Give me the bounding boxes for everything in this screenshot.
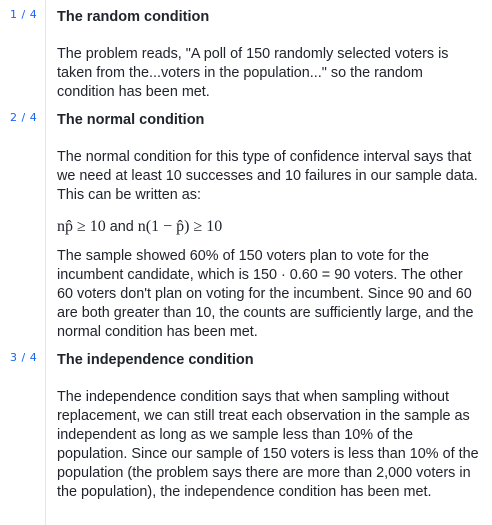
step-body: The independence condition The independe… bbox=[46, 343, 492, 525]
math-inequalities: np̂ ≥ 10 and n(1 − p̂) ≥ 10 bbox=[57, 215, 482, 239]
step-title: The random condition bbox=[57, 9, 210, 25]
step-rail bbox=[45, 0, 46, 103]
step-1: 1 / 4 The random condition The problem r… bbox=[0, 0, 492, 103]
step-3: 3 / 4 The independence condition The ind… bbox=[0, 343, 492, 525]
step-paragraph: The sample showed 60% of 150 voters plan… bbox=[57, 248, 474, 340]
step-intro: The normal condition for this type of co… bbox=[57, 149, 478, 203]
step-counter-column: 1 / 4 bbox=[0, 0, 46, 103]
step-2: 2 / 4 The normal condition The normal co… bbox=[0, 103, 492, 343]
step-rail bbox=[45, 103, 46, 343]
step-counter: 3 / 4 bbox=[10, 351, 38, 364]
step-body: The normal condition The normal conditio… bbox=[46, 103, 492, 343]
step-counter: 2 / 4 bbox=[10, 111, 38, 124]
step-title: The normal condition bbox=[57, 112, 205, 128]
math-left: np̂ ≥ 10 bbox=[57, 218, 106, 235]
hint-steps: 1 / 4 The random condition The problem r… bbox=[0, 0, 492, 525]
step-paragraph: The problem reads, "A poll of 150 random… bbox=[57, 46, 449, 100]
step-counter: 1 / 4 bbox=[10, 8, 38, 21]
math-connector: and bbox=[109, 219, 134, 235]
step-title: The independence condition bbox=[57, 352, 254, 368]
step-counter-column: 2 / 4 bbox=[0, 103, 46, 343]
math-right: n(1 − p̂) ≥ 10 bbox=[137, 218, 223, 235]
step-paragraph: The independence condition says that whe… bbox=[57, 389, 479, 500]
step-counter-column: 3 / 4 bbox=[0, 343, 46, 525]
step-body: The random condition The problem reads, … bbox=[46, 0, 492, 103]
step-rail bbox=[45, 343, 46, 525]
